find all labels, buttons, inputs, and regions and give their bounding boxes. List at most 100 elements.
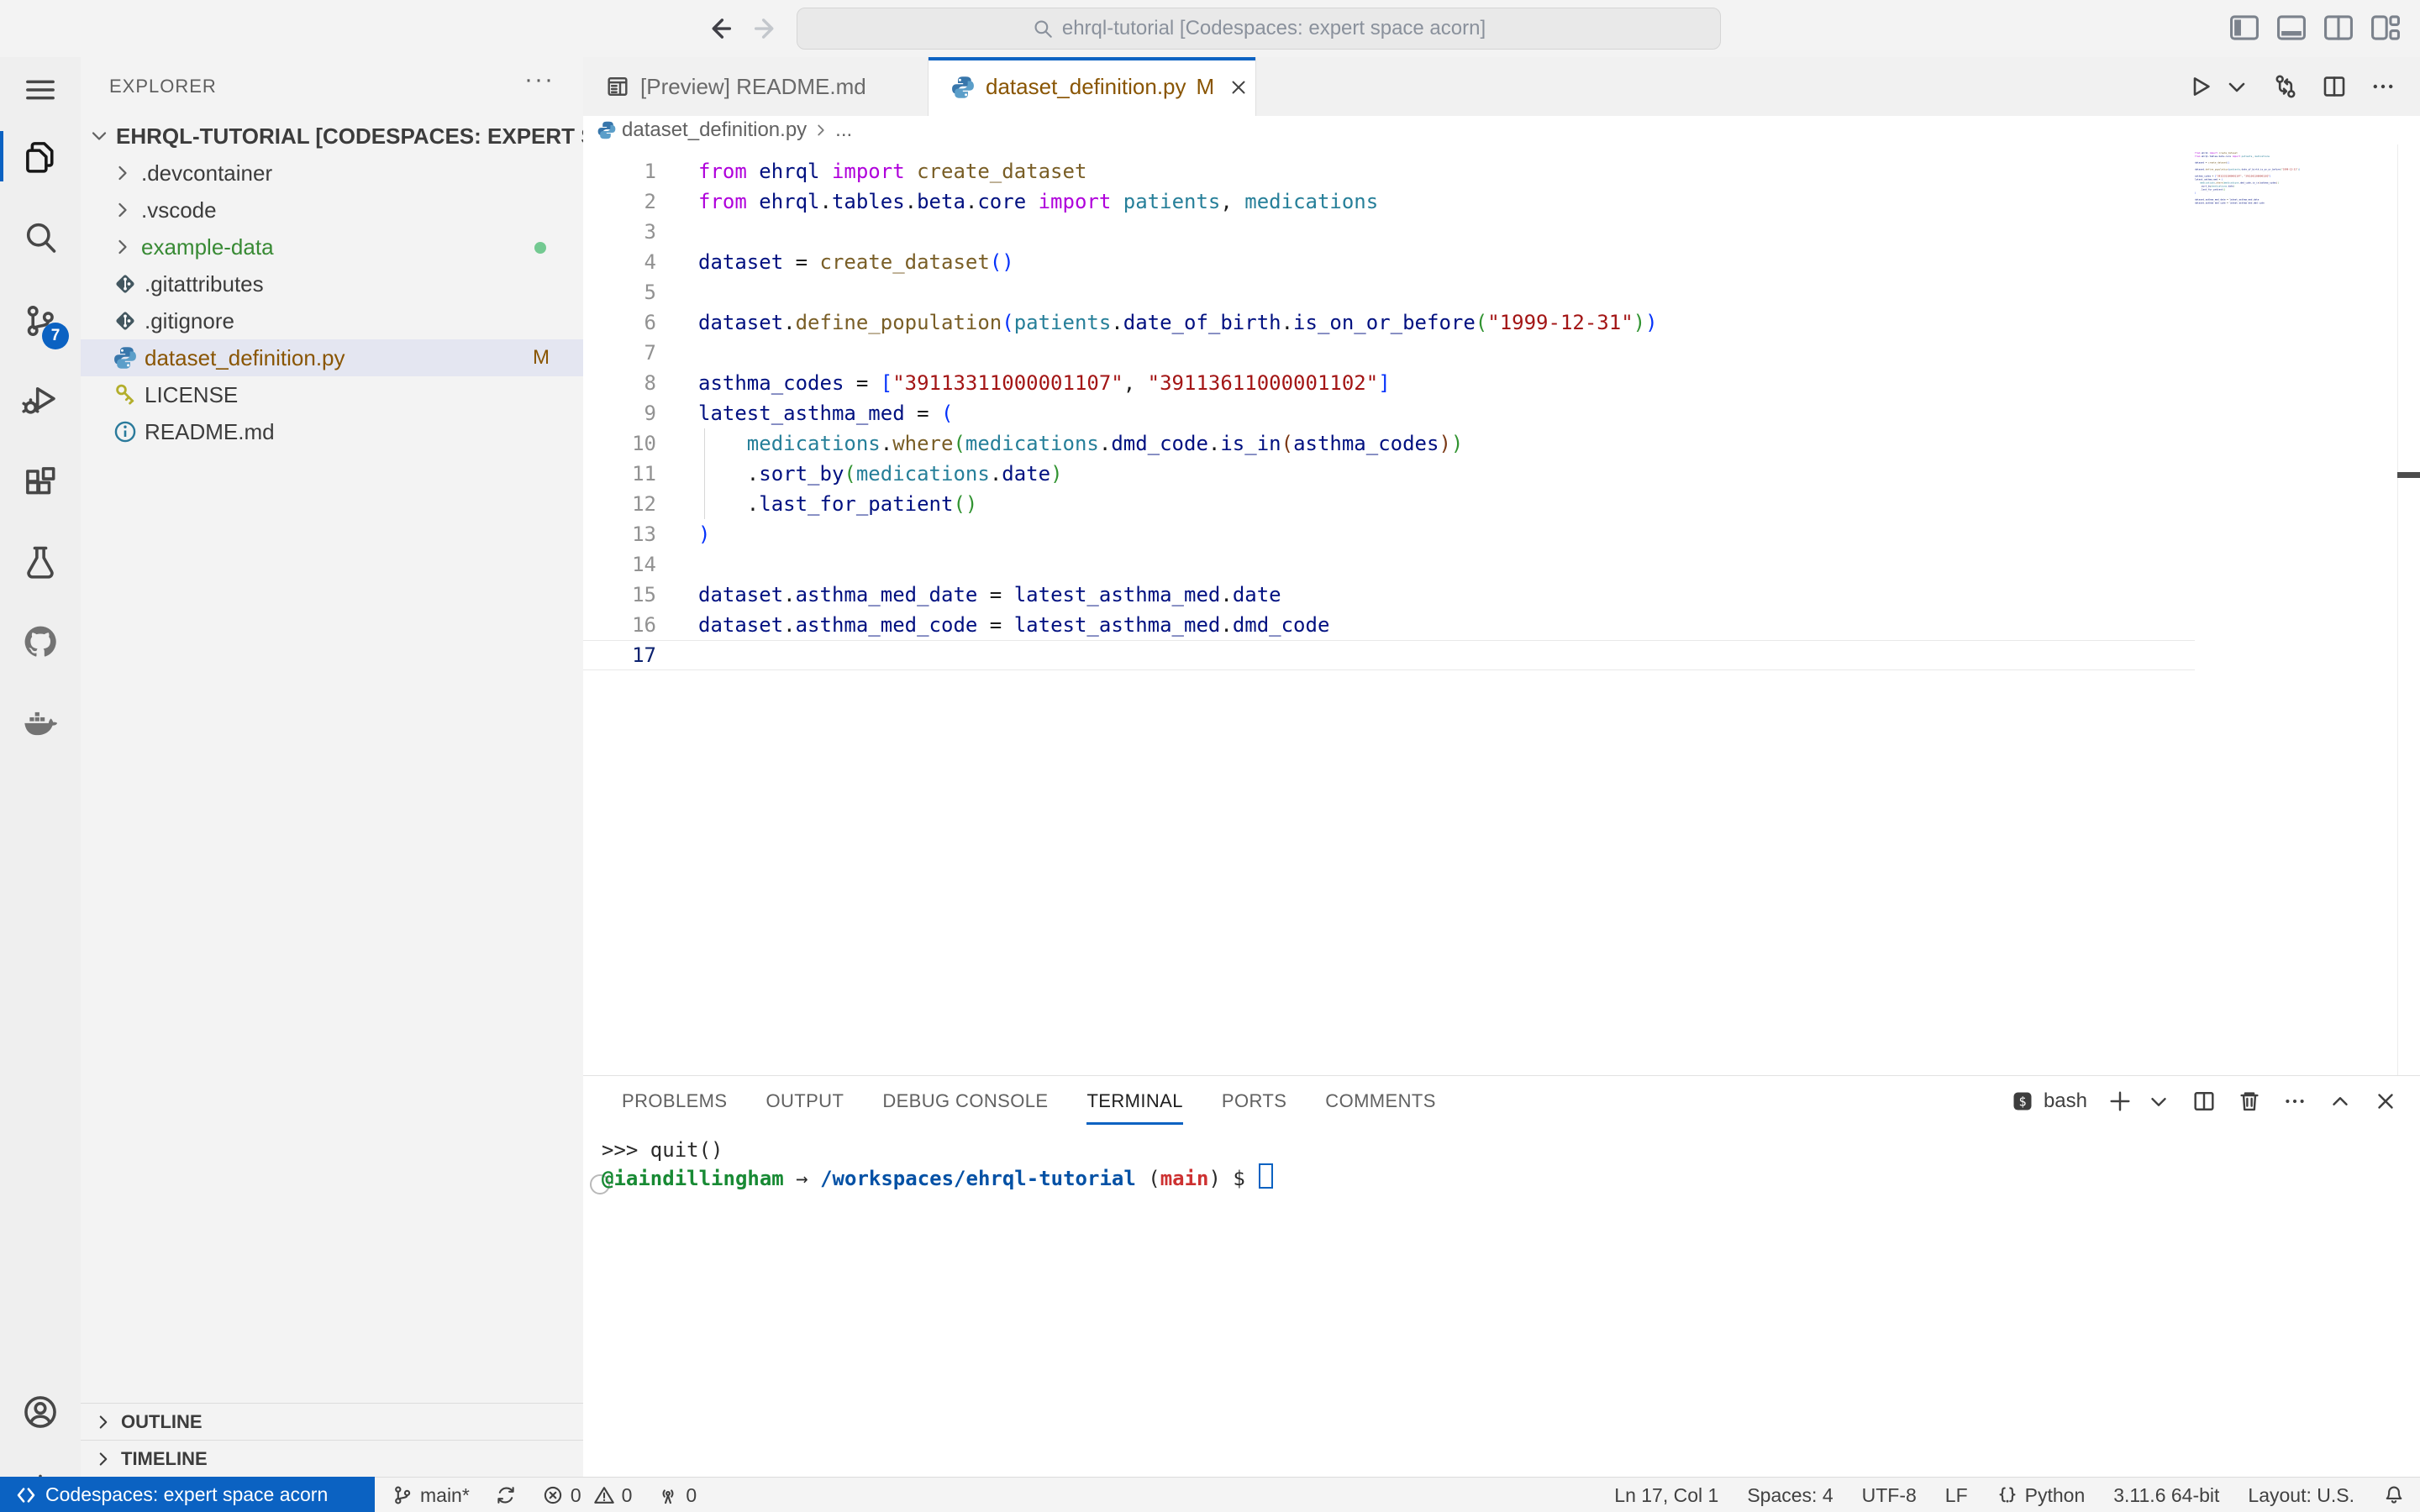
tab-terminal[interactable]: TERMINAL	[1086, 1076, 1182, 1126]
account-icon[interactable]	[20, 1392, 60, 1432]
problems-status[interactable]: 0 0	[542, 1484, 633, 1507]
python-file-icon	[113, 345, 138, 370]
python-version-status[interactable]: 3.11.6 64-bit	[2113, 1484, 2219, 1507]
outline-section[interactable]: OUTLINE	[81, 1403, 583, 1441]
status-bar: Codespaces: expert space acorn main* 0 0…	[0, 1477, 2420, 1512]
explorer-more-actions-icon[interactable]: ···	[524, 66, 555, 94]
tab-modified-badge: M	[1197, 74, 1215, 100]
branch-status[interactable]: main*	[392, 1484, 470, 1507]
svg-text:$: $	[2018, 1095, 2026, 1110]
timeline-section[interactable]: TIMELINE	[81, 1440, 583, 1478]
terminal-output[interactable]: >>> quit()@iaindillingham → /workspaces/…	[602, 1137, 1273, 1190]
split-terminal-icon[interactable]	[2191, 1089, 2217, 1114]
tab-output[interactable]: OUTPUT	[765, 1076, 844, 1126]
vscode-window: ehrql-tutorial [Codespaces: expert space…	[0, 0, 2420, 1512]
tab-close-icon[interactable]	[1228, 76, 1249, 98]
terminal-dropdown-chevron-icon[interactable]	[2146, 1089, 2171, 1114]
explorer-icon[interactable]	[20, 136, 60, 176]
run-dropdown-chevron-icon[interactable]	[2223, 73, 2250, 100]
run-python-file-icon[interactable]	[2186, 73, 2213, 100]
markdown-preview-icon	[605, 74, 630, 99]
maximize-panel-icon[interactable]	[2328, 1089, 2353, 1114]
testing-icon[interactable]	[20, 542, 60, 582]
breadcrumb-symbol[interactable]: ...	[835, 118, 852, 142]
cursor-position-status[interactable]: Ln 17, Col 1	[1614, 1484, 1718, 1507]
language-mode-status[interactable]: Python	[1996, 1484, 2086, 1507]
kill-terminal-icon[interactable]	[2237, 1089, 2262, 1114]
command-center-search[interactable]: ehrql-tutorial [Codespaces: expert space…	[797, 8, 1721, 50]
tab-readme-preview[interactable]: [Preview] README.md	[583, 57, 929, 116]
tab-dataset-definition[interactable]: dataset_definition.py M	[929, 57, 1256, 117]
active-view-indicator	[0, 131, 3, 181]
tab-debug-console[interactable]: DEBUG CONSOLE	[882, 1076, 1048, 1126]
open-changes-icon[interactable]	[2272, 73, 2299, 100]
tab-comments[interactable]: COMMENTS	[1325, 1076, 1436, 1126]
chevron-right-icon	[111, 198, 134, 222]
docker-icon[interactable]	[20, 702, 60, 743]
bottom-panel: PROBLEMS OUTPUT DEBUG CONSOLE TERMINAL P…	[583, 1075, 2420, 1478]
code-editor[interactable]: 1from ehrql import create_dataset2from e…	[583, 144, 2195, 670]
toggle-panel-icon[interactable]	[2275, 12, 2307, 44]
github-icon[interactable]	[20, 622, 60, 662]
panel-tabs: PROBLEMS OUTPUT DEBUG CONSOLE TERMINAL P…	[622, 1076, 1436, 1126]
search-icon	[1032, 18, 1054, 39]
tree-item-example-data[interactable]: example-data	[81, 228, 583, 265]
tree-item-license[interactable]: LICENSE	[81, 376, 583, 413]
search-view-icon[interactable]	[20, 218, 60, 258]
menu-icon[interactable]	[20, 70, 60, 110]
python-file-icon	[950, 75, 976, 100]
forwarded-ports-status[interactable]: 0	[657, 1484, 697, 1507]
close-panel-icon[interactable]	[2373, 1089, 2398, 1114]
tree-item-gitattributes[interactable]: .gitattributes	[81, 265, 583, 302]
panel-more-actions-icon[interactable]	[2282, 1089, 2307, 1114]
tree-item-devcontainer[interactable]: .devcontainer	[81, 155, 583, 192]
explorer-sidebar: EXPLORER ··· EHRQL-TUTORIAL [CODESPACES:…	[81, 57, 584, 1477]
search-placeholder: ehrql-tutorial [Codespaces: expert space…	[1062, 17, 1486, 40]
tree-root-folder[interactable]: EHRQL-TUTORIAL [CODESPACES: EXPERT SPA..…	[81, 118, 583, 155]
sync-icon	[495, 1484, 517, 1506]
toggle-secondary-sidebar-icon[interactable]	[2323, 12, 2354, 44]
file-tree: EHRQL-TUTORIAL [CODESPACES: EXPERT SPA..…	[81, 118, 583, 450]
tree-item-dataset-definition[interactable]: dataset_definition.py M	[81, 339, 583, 376]
chevron-down-icon	[87, 124, 111, 148]
encoding-status[interactable]: UTF-8	[1862, 1484, 1917, 1507]
source-control-badge: 7	[42, 323, 69, 349]
key-icon	[113, 382, 138, 407]
explorer-title: EXPLORER	[109, 76, 217, 97]
forward-arrow-icon[interactable]	[751, 13, 781, 44]
eol-status[interactable]: LF	[1945, 1484, 1968, 1507]
activity-bar: 7	[0, 57, 82, 1477]
remote-indicator[interactable]: Codespaces: expert space acorn	[0, 1477, 375, 1512]
tree-item-readme[interactable]: README.md	[81, 413, 583, 450]
shell-selector[interactable]: $ bash	[2010, 1089, 2087, 1114]
chevron-right-icon	[812, 121, 830, 139]
toggle-sidebar-icon[interactable]	[2228, 12, 2260, 44]
untracked-dot-badge	[534, 242, 546, 254]
chevron-right-icon	[111, 161, 134, 185]
chevron-right-icon	[92, 1448, 114, 1470]
breadcrumb-file[interactable]: dataset_definition.py	[622, 118, 807, 142]
tab-problems[interactable]: PROBLEMS	[622, 1076, 727, 1126]
editor-more-actions-icon[interactable]	[2370, 73, 2396, 100]
tab-ports[interactable]: PORTS	[1222, 1076, 1286, 1126]
extensions-icon[interactable]	[20, 463, 60, 503]
branch-icon	[392, 1484, 413, 1506]
keyboard-layout-status[interactable]: Layout: U.S.	[2248, 1484, 2354, 1507]
indentation-status[interactable]: Spaces: 4	[1747, 1484, 1833, 1507]
customize-layout-icon[interactable]	[2370, 12, 2402, 44]
back-arrow-icon[interactable]	[704, 13, 734, 44]
modified-badge: M	[533, 346, 550, 370]
notifications-bell-icon[interactable]	[2383, 1484, 2405, 1506]
info-icon	[113, 419, 138, 444]
overview-ruler	[2397, 144, 2398, 1075]
terminal-bash-icon: $	[2010, 1089, 2035, 1114]
tree-item-vscode[interactable]: .vscode	[81, 192, 583, 228]
new-terminal-icon[interactable]	[2107, 1089, 2133, 1114]
minimap[interactable]: from ehrql import create_datasetfrom ehr…	[2195, 151, 2396, 504]
sync-changes-button[interactable]	[495, 1484, 517, 1506]
editor-group: [Preview] README.md dataset_definition.p…	[583, 57, 2420, 1075]
tree-item-gitignore[interactable]: .gitignore	[81, 302, 583, 339]
run-debug-icon[interactable]	[20, 380, 60, 420]
split-editor-icon[interactable]	[2321, 73, 2348, 100]
git-file-icon	[113, 271, 138, 297]
